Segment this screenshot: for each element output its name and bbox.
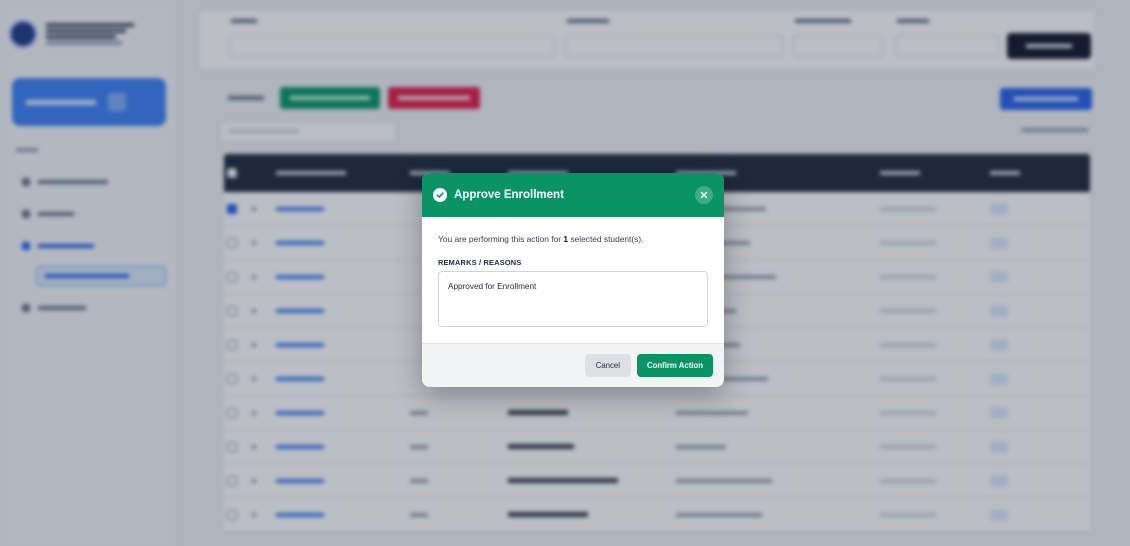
dialog-footer: Cancel Confirm Action xyxy=(422,343,724,387)
approve-enrollment-dialog: Approve Enrollment You are performing th… xyxy=(422,173,724,387)
message-suffix: selected student(s). xyxy=(568,234,644,244)
close-icon[interactable] xyxy=(695,186,713,204)
message-prefix: You are performing this action for xyxy=(438,234,564,244)
dialog-header: Approve Enrollment xyxy=(422,173,724,217)
confirm-action-button[interactable]: Confirm Action xyxy=(636,354,713,377)
dialog-title: Approve Enrollment xyxy=(454,189,564,201)
remarks-label: REMARKS / REASONS xyxy=(438,258,522,267)
dialog-body: You are performing this action for 1 sel… xyxy=(422,217,724,332)
check-circle-icon xyxy=(433,188,447,202)
cancel-button[interactable]: Cancel xyxy=(584,354,631,377)
dialog-message: You are performing this action for 1 sel… xyxy=(438,234,708,244)
remarks-textarea[interactable]: Approved for Enrollment xyxy=(438,271,708,327)
